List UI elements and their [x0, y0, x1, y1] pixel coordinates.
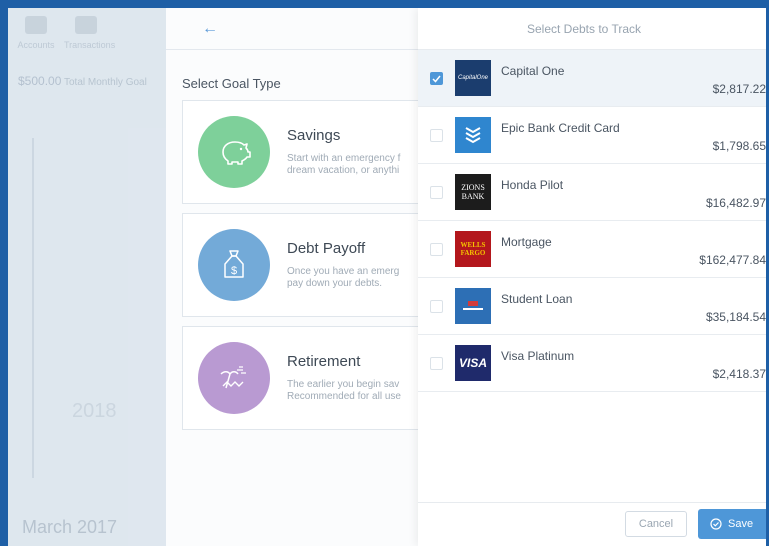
debt-name: Epic Bank Credit Card: [501, 121, 620, 135]
savings-icon-circle: [198, 116, 270, 188]
debt-name: Mortgage: [501, 235, 552, 249]
nav-accounts: Accounts: [14, 14, 58, 60]
goal-desc-line: The earlier you begin sav: [287, 379, 400, 390]
debt-row-honda-pilot[interactable]: ZIONS BANK Honda Pilot $16,482.97: [418, 164, 766, 221]
goal-desc-debt-payoff: Once you have an emerg pay down your deb…: [287, 266, 427, 290]
zions-bank-logo: ZIONS BANK: [455, 174, 491, 210]
nav-accounts-label: Accounts: [17, 40, 55, 50]
checkmark-icon: [432, 75, 441, 83]
debt-row-capital-one[interactable]: CapitalOne Capital One $2,817.22: [418, 50, 766, 107]
debts-panel-footer: Cancel Save: [418, 502, 766, 546]
debt-row-student-loan[interactable]: Student Loan $35,184.54: [418, 278, 766, 335]
app-frame: Accounts Transactions $500.00 Total Mont…: [8, 8, 766, 546]
debt-name: Capital One: [501, 64, 565, 78]
goal-panel-title: Select Goal Type: [182, 76, 281, 91]
timeline-date: March 2017: [22, 517, 118, 537]
save-button-label: Save: [728, 518, 754, 530]
goal-desc-line: dream vacation, or anythi: [287, 165, 400, 176]
background-app: Accounts Transactions $500.00 Total Mont…: [8, 8, 166, 546]
goal-card-debt-payoff[interactable]: $ Debt Payoff Once you have an emerg pay…: [182, 213, 428, 317]
epic-bank-logo: [455, 117, 491, 153]
timeline-line: [32, 138, 34, 478]
debt-name: Visa Platinum: [501, 349, 575, 363]
retirement-icon-circle: [198, 342, 270, 414]
goal-desc-line: Once you have an emerg: [287, 266, 400, 277]
goal-desc-line: Recommended for all use: [287, 391, 401, 402]
debts-panel-header: Select Debts to Track: [418, 8, 766, 50]
student-loan-bank-logo: [455, 288, 491, 324]
debt-name: Student Loan: [501, 292, 573, 306]
debt-amount: $35,184.54: [705, 310, 766, 324]
goal-name-retirement: Retirement: [287, 353, 361, 370]
monthly-goal-amount: $500.00: [18, 74, 62, 88]
debts-panel-title: Select Debts to Track: [526, 21, 642, 36]
save-button[interactable]: Save: [698, 509, 766, 539]
goal-card-retirement[interactable]: Retirement The earlier you begin sav Rec…: [182, 326, 428, 430]
capital-one-logo-text: CapitalOne: [457, 75, 489, 81]
goal-desc-savings: Start with an emergency f dream vacation…: [287, 153, 427, 177]
wells-fargo-logo: WELLS FARGO: [455, 231, 491, 267]
nav-transactions: Transactions: [64, 14, 115, 60]
arrow-left-icon[interactable]: ←: [202, 20, 218, 38]
debt-amount: $1,798.65: [712, 139, 766, 153]
check-circle-icon: [710, 518, 722, 530]
debt-row-mortgage[interactable]: WELLS FARGO Mortgage $162,477.84: [418, 221, 766, 278]
goal-panel-header: ←: [166, 8, 427, 50]
debt-checkbox[interactable]: [430, 300, 443, 313]
goal-card-savings[interactable]: Savings Start with an emergency f dream …: [182, 100, 428, 204]
monthly-goal-label: Total Monthly Goal: [64, 77, 147, 88]
bank-icon: [25, 16, 47, 34]
debt-checkbox[interactable]: [430, 357, 443, 370]
visa-logo-text: VISA: [458, 356, 487, 370]
debt-amount: $162,477.84: [699, 253, 766, 267]
debt-amount: $2,418.37: [712, 367, 766, 381]
monthly-goal-summary: $500.00 Total Monthly Goal: [8, 60, 166, 102]
wells-fargo-logo-text: WELLS FARGO: [460, 241, 486, 257]
svg-text:$: $: [231, 265, 237, 277]
debt-checkbox[interactable]: [430, 243, 443, 256]
debt-amount: $2,817.22: [712, 82, 766, 96]
zions-bank-logo-text: ZIONS BANK: [461, 183, 485, 201]
palm-beach-icon: [220, 366, 246, 389]
background-nav: Accounts Transactions: [8, 8, 166, 60]
list-icon: [75, 16, 97, 34]
debt-amount: $16,482.97: [705, 196, 766, 210]
debt-checkbox[interactable]: [430, 186, 443, 199]
piggy-bank-icon: [222, 141, 251, 165]
goal-desc-line: pay down your debts.: [287, 278, 383, 289]
debt-checkbox[interactable]: [430, 129, 443, 142]
cancel-button[interactable]: Cancel: [625, 511, 687, 537]
select-debts-panel: Select Debts to Track CapitalOne Capital…: [418, 8, 766, 546]
nav-transactions-label: Transactions: [64, 40, 116, 50]
debt-checkbox[interactable]: [430, 72, 443, 85]
debt-payoff-icon-circle: $: [198, 229, 270, 301]
goal-desc-retirement: The earlier you begin sav Recommended fo…: [287, 379, 427, 403]
goal-name-savings: Savings: [287, 127, 341, 144]
timeline-year: 2018: [72, 400, 117, 422]
capital-one-logo: CapitalOne: [455, 60, 491, 96]
goal-type-panel: ← Select Goal Type Savings Start with an…: [166, 8, 428, 546]
epic-bank-chevrons-icon: [465, 127, 481, 144]
goal-name-debt-payoff: Debt Payoff: [287, 240, 366, 257]
debt-row-epic-bank[interactable]: Epic Bank Credit Card $1,798.65: [418, 107, 766, 164]
goal-desc-line: Start with an emergency f: [287, 153, 401, 164]
debt-name: Honda Pilot: [501, 178, 564, 192]
bank-emblem-icon: [463, 301, 483, 310]
money-bag-icon: $: [224, 250, 244, 278]
debt-row-visa-platinum[interactable]: VISA Visa Platinum $2,418.37: [418, 335, 766, 392]
visa-logo: VISA: [455, 345, 491, 381]
